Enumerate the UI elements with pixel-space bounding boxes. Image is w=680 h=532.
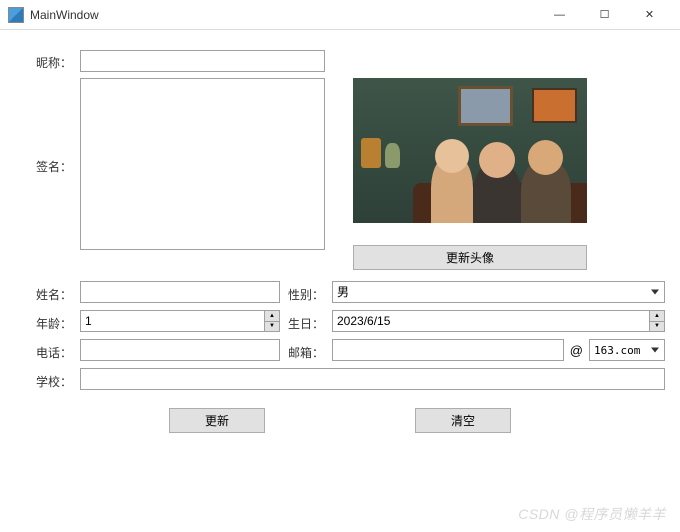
- update-button[interactable]: 更新: [169, 408, 265, 433]
- app-icon: [8, 7, 24, 23]
- maximize-button[interactable]: ☐: [582, 0, 627, 30]
- close-button[interactable]: ✕: [627, 0, 672, 30]
- avatar-image: [353, 78, 587, 223]
- window-controls: — ☐ ✕: [537, 0, 672, 30]
- minimize-button[interactable]: —: [537, 0, 582, 30]
- email-label: 邮箱：: [280, 340, 332, 361]
- school-label: 学校：: [15, 369, 80, 390]
- gender-label: 性别：: [280, 282, 332, 303]
- age-down-button[interactable]: ▼: [264, 322, 279, 332]
- date-down-button[interactable]: ▼: [649, 322, 664, 332]
- email-domain-select[interactable]: 163.com: [589, 339, 665, 361]
- phone-input[interactable]: [80, 339, 280, 361]
- school-input[interactable]: [80, 368, 665, 390]
- titlebar: MainWindow — ☐ ✕: [0, 0, 680, 30]
- age-label: 年龄：: [15, 311, 80, 332]
- clear-button[interactable]: 清空: [415, 408, 511, 433]
- window-title: MainWindow: [30, 8, 537, 22]
- name-label: 姓名：: [15, 282, 80, 303]
- date-up-button[interactable]: ▲: [649, 311, 664, 322]
- gender-select[interactable]: 男: [332, 281, 665, 303]
- watermark-text: CSDN @程序员懒羊羊: [518, 504, 666, 524]
- age-up-button[interactable]: ▲: [264, 311, 279, 322]
- age-spinner[interactable]: [80, 310, 280, 332]
- birthday-input[interactable]: [332, 310, 665, 332]
- signature-textarea[interactable]: [80, 78, 325, 250]
- birthday-label: 生日：: [280, 311, 332, 332]
- name-input[interactable]: [80, 281, 280, 303]
- at-symbol: @: [564, 343, 589, 358]
- signature-label: 签名：: [15, 78, 80, 270]
- email-input[interactable]: [332, 339, 564, 361]
- nickname-label: 昵称：: [15, 50, 80, 71]
- update-avatar-button[interactable]: 更新头像: [353, 245, 587, 270]
- phone-label: 电话：: [15, 340, 80, 361]
- nickname-input[interactable]: [80, 50, 325, 72]
- content-area: 昵称： 签名： 更新头像 姓名： 性别：: [0, 30, 680, 443]
